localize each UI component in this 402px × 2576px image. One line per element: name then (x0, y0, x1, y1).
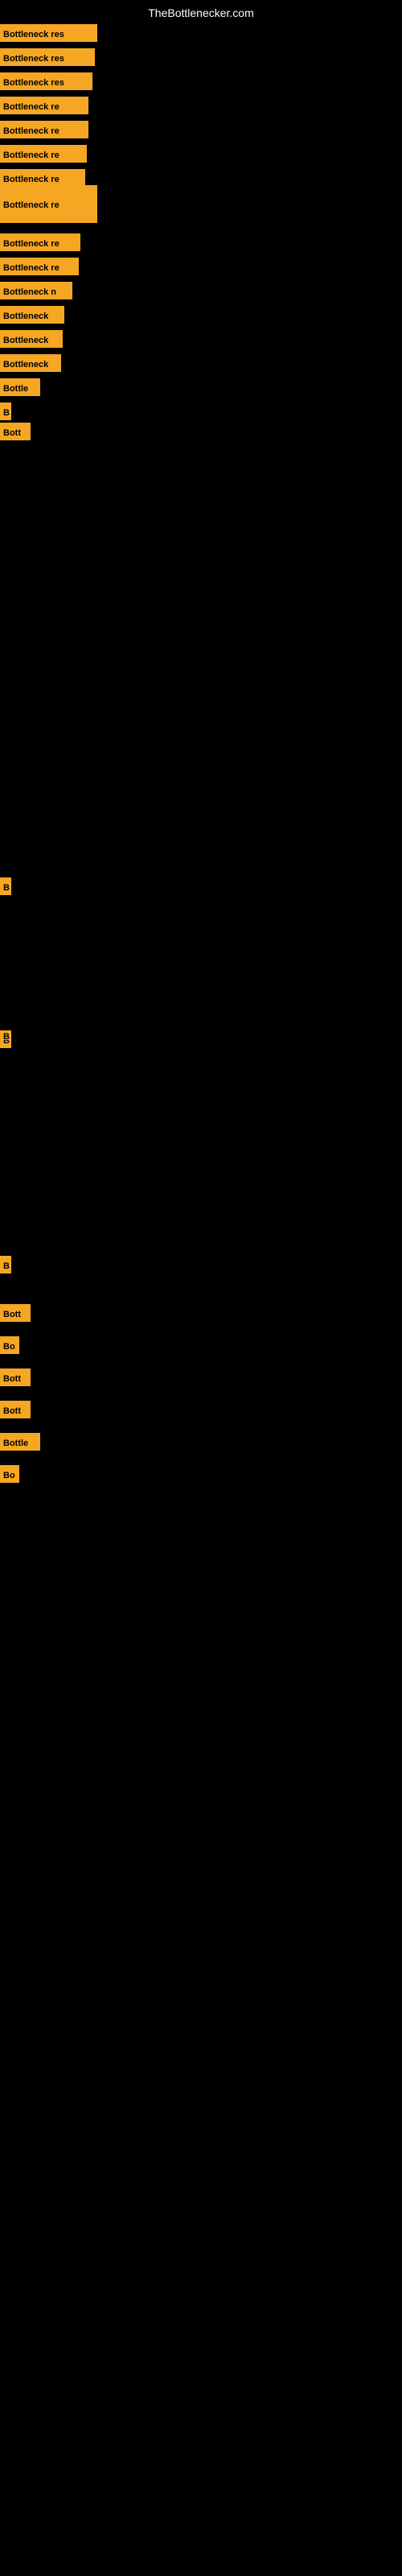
bottleneck-label-2: Bottleneck res (0, 72, 92, 90)
bottleneck-label-22: Bo (0, 1336, 19, 1354)
bottleneck-label-19: B (0, 1030, 11, 1040)
bottleneck-label-25: Bottle (0, 1433, 40, 1451)
bottleneck-label-15: B (0, 402, 11, 420)
bottleneck-label-10: Bottleneck n (0, 282, 72, 299)
bottleneck-label-14: Bottle (0, 378, 40, 396)
bottleneck-label-20: B (0, 1256, 11, 1274)
bottleneck-label-0: Bottleneck res (0, 24, 97, 42)
bottleneck-label-26: Bo (0, 1465, 19, 1483)
bottleneck-label-5: Bottleneck re (0, 145, 87, 163)
bottleneck-label-21: Bott (0, 1304, 31, 1322)
bottleneck-label-11: Bottleneck (0, 306, 64, 324)
bottleneck-label-16: Bott (0, 423, 31, 440)
bottleneck-label-24: Bott (0, 1401, 31, 1418)
bottleneck-label-13: Bottleneck (0, 354, 61, 372)
bottleneck-label-1: Bottleneck res (0, 48, 95, 66)
bottleneck-label-7: Bottleneck re (0, 185, 97, 223)
bottleneck-label-6: Bottleneck re (0, 169, 85, 187)
bottleneck-label-12: Bottleneck (0, 330, 63, 348)
bottleneck-label-3: Bottleneck re (0, 97, 88, 114)
bottleneck-label-23: Bott (0, 1368, 31, 1386)
site-title: TheBottlenecker.com (148, 6, 254, 19)
bottleneck-label-8: Bottleneck re (0, 233, 80, 251)
bottleneck-label-9: Bottleneck re (0, 258, 79, 275)
bottleneck-label-4: Bottleneck re (0, 121, 88, 138)
bottleneck-label-17: B (0, 877, 11, 895)
